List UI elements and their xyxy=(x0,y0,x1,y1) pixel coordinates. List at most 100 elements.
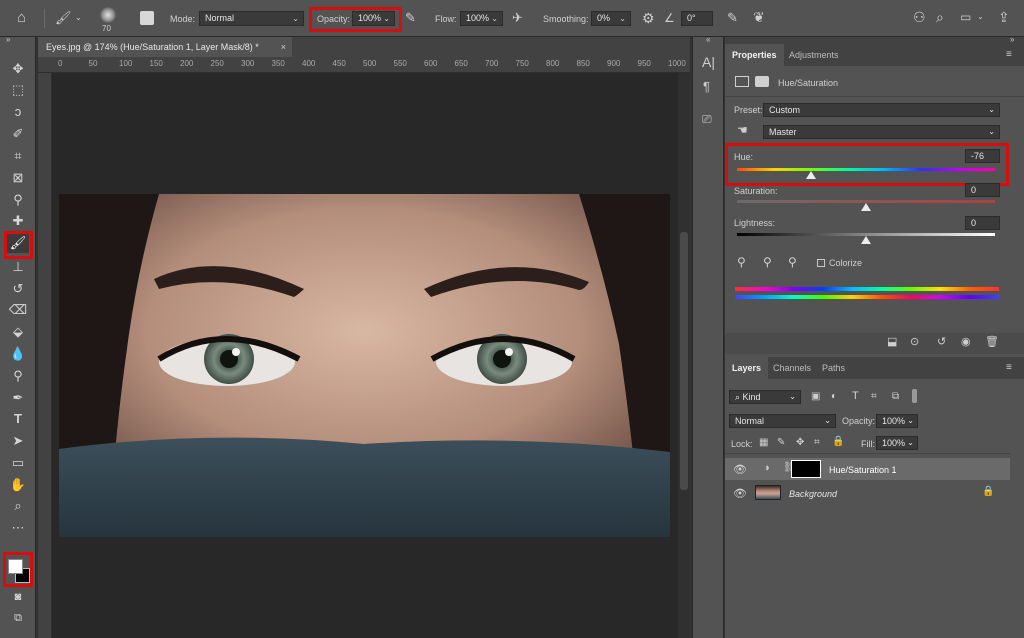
layer-thumbnail[interactable] xyxy=(755,485,781,500)
clip-to-layer-icon[interactable]: ⬓ xyxy=(887,337,897,348)
collapse-icon[interactable]: » xyxy=(1010,36,1014,44)
preset-select[interactable]: Custom ⌄ xyxy=(763,103,1000,117)
path-select-tool-icon[interactable]: ➤ xyxy=(7,431,29,451)
chevron-down-icon[interactable]: ⌄ xyxy=(977,13,984,21)
color-swatch-highlight-box xyxy=(3,552,33,587)
dodge-tool-icon[interactable]: ⚲ xyxy=(7,366,29,386)
lightness-slider-thumb[interactable] xyxy=(861,236,871,244)
filter-smart-object-icon[interactable]: ⧉ xyxy=(892,392,899,402)
crop-tool-icon[interactable]: ⌗ xyxy=(7,146,29,166)
blend-mode-select[interactable]: Normal ⌄ xyxy=(729,414,836,428)
layer-row[interactable]: 👁 Background 🔒 xyxy=(725,482,1010,504)
filter-shape-icon[interactable]: ⌗ xyxy=(871,392,877,402)
lock-transparent-icon[interactable]: ▦ xyxy=(759,438,768,448)
tab-adjustments[interactable]: Adjustments xyxy=(782,44,846,66)
home-icon[interactable]: ⌂ xyxy=(17,10,26,25)
move-tool-icon[interactable]: ✥ xyxy=(7,59,29,79)
clone-stamp-tool-icon[interactable]: ⊥ xyxy=(7,257,29,277)
lock-all-icon[interactable]: 🔒 xyxy=(832,437,844,447)
airbrush-icon[interactable]: ✈ xyxy=(512,11,523,24)
saturation-slider-thumb[interactable] xyxy=(861,203,871,211)
quick-select-tool-icon[interactable]: ✐ xyxy=(7,124,29,144)
fill-field[interactable]: 100% ⌄ xyxy=(876,436,918,450)
frame-tool-icon[interactable]: ⊠ xyxy=(7,168,29,188)
lock-artboard-icon[interactable]: ⌗ xyxy=(814,438,820,448)
layer-row[interactable]: 👁 ◑ ⛓ Hue/Saturation 1 xyxy=(725,458,1010,480)
lock-position-icon[interactable]: ✥ xyxy=(796,438,804,448)
visibility-eye-icon[interactable]: 👁 xyxy=(733,463,747,476)
subtract-from-sample-icon[interactable]: ⚲ xyxy=(788,256,797,268)
result-color-bar xyxy=(735,295,999,299)
symmetry-icon[interactable]: ❦ xyxy=(753,10,765,24)
brush-settings-icon[interactable] xyxy=(140,11,154,25)
angle-field[interactable]: 0° xyxy=(681,11,713,26)
paint-bucket-tool-icon[interactable]: ⬙ xyxy=(7,322,29,342)
hand-tool-icon[interactable]: ✋ xyxy=(7,475,29,495)
layer-filter-select[interactable]: ⌕ Kind ⌄ xyxy=(729,390,801,404)
saturation-value-field[interactable]: 0 xyxy=(965,183,1000,197)
visibility-icon[interactable]: ◉ xyxy=(961,337,971,348)
brush-preset-icon[interactable]: 🖌 xyxy=(55,11,72,24)
eyedropper-tool-icon[interactable]: ⚲ xyxy=(7,190,29,210)
screen-mode-icon[interactable]: ⧉ xyxy=(7,608,29,628)
zoom-tool-icon[interactable]: ⌕ xyxy=(7,496,29,516)
collapse-icon[interactable]: « xyxy=(706,36,710,44)
paragraph-panel-icon[interactable]: ¶ xyxy=(703,80,710,93)
tab-channels[interactable]: Channels xyxy=(766,357,818,379)
reset-icon[interactable]: ↺ xyxy=(937,337,946,348)
history-panel-icon[interactable]: ⎚ xyxy=(702,113,712,125)
lasso-tool-icon[interactable]: ↄ xyxy=(7,102,29,122)
collapse-icon[interactable]: » xyxy=(6,36,10,44)
quick-mask-icon[interactable]: ◙ xyxy=(7,587,29,607)
channel-select[interactable]: Master ⌄ xyxy=(763,125,1000,139)
marquee-tool-icon[interactable]: ⬚ xyxy=(7,80,29,100)
layer-mask-thumbnail[interactable] xyxy=(791,460,821,478)
flow-field[interactable]: 100% ⌄ xyxy=(460,11,503,26)
filter-pixel-icon[interactable]: ▣ xyxy=(811,392,820,402)
scrollbar-thumb[interactable] xyxy=(680,232,688,490)
eyedropper-icon[interactable]: ⚲ xyxy=(737,256,746,268)
layer-mask-icon[interactable] xyxy=(755,76,769,87)
filter-toggle[interactable] xyxy=(912,389,917,403)
visibility-eye-icon[interactable]: 👁 xyxy=(733,487,747,500)
colorize-checkbox[interactable] xyxy=(817,259,825,267)
pressure-opacity-icon[interactable]: ✎ xyxy=(405,11,416,24)
pen-tool-icon[interactable]: ✒ xyxy=(7,388,29,408)
more-tools-icon[interactable]: ⋯ xyxy=(7,518,29,538)
search-icon[interactable]: ⌕ xyxy=(936,10,944,24)
workspace-icon[interactable]: ▭ xyxy=(960,11,971,23)
filter-type-icon[interactable]: T xyxy=(852,391,859,402)
eraser-tool-icon[interactable]: ⌫ xyxy=(7,300,29,320)
chevron-down-icon: ⌄ xyxy=(988,105,995,114)
panel-menu-icon[interactable]: ≡ xyxy=(1006,363,1012,373)
chevron-down-icon[interactable]: ⌄ xyxy=(75,14,82,22)
document-tab[interactable]: Eyes.jpg @ 174% (Hue/Saturation 1, Layer… xyxy=(38,37,292,57)
add-to-sample-icon[interactable]: ⚲ xyxy=(763,256,772,268)
smoothing-field[interactable]: 0% ⌄ xyxy=(591,11,631,26)
healing-brush-tool-icon[interactable]: ✚ xyxy=(7,211,29,231)
gear-icon[interactable]: ⚙ xyxy=(642,11,655,25)
tab-properties[interactable]: Properties xyxy=(725,44,784,66)
lightness-value-field[interactable]: 0 xyxy=(965,216,1000,230)
trash-icon[interactable]: 🗑 xyxy=(985,337,999,348)
character-panel-icon[interactable]: A| xyxy=(702,55,715,69)
rectangle-tool-icon[interactable]: ▭ xyxy=(7,453,29,473)
type-tool-icon[interactable]: T xyxy=(7,409,29,429)
filter-adjustment-icon[interactable]: ◐ xyxy=(831,392,837,402)
history-brush-tool-icon[interactable]: ↺ xyxy=(7,279,29,299)
brush-size-preview[interactable] xyxy=(100,7,116,23)
targeted-adjustment-icon[interactable]: ☚ xyxy=(737,124,748,136)
close-icon[interactable]: × xyxy=(281,37,286,57)
view-previous-icon[interactable]: ⊙ xyxy=(910,337,919,348)
share-icon[interactable]: ⚇ xyxy=(913,10,926,24)
mode-select[interactable]: Normal ⌄ xyxy=(199,11,304,26)
blur-tool-icon[interactable]: 💧 xyxy=(7,344,29,364)
tab-layers[interactable]: Layers xyxy=(725,357,769,379)
layer-opacity-field[interactable]: 100% ⌄ xyxy=(876,414,918,428)
lock-image-icon[interactable]: ✎ xyxy=(777,438,785,448)
document-image[interactable] xyxy=(59,194,670,537)
pressure-size-icon[interactable]: ✎ xyxy=(727,11,738,24)
tab-paths[interactable]: Paths xyxy=(815,357,852,379)
panel-menu-icon[interactable]: ≡ xyxy=(1006,50,1012,60)
export-icon[interactable]: ⇪ xyxy=(998,10,1010,24)
